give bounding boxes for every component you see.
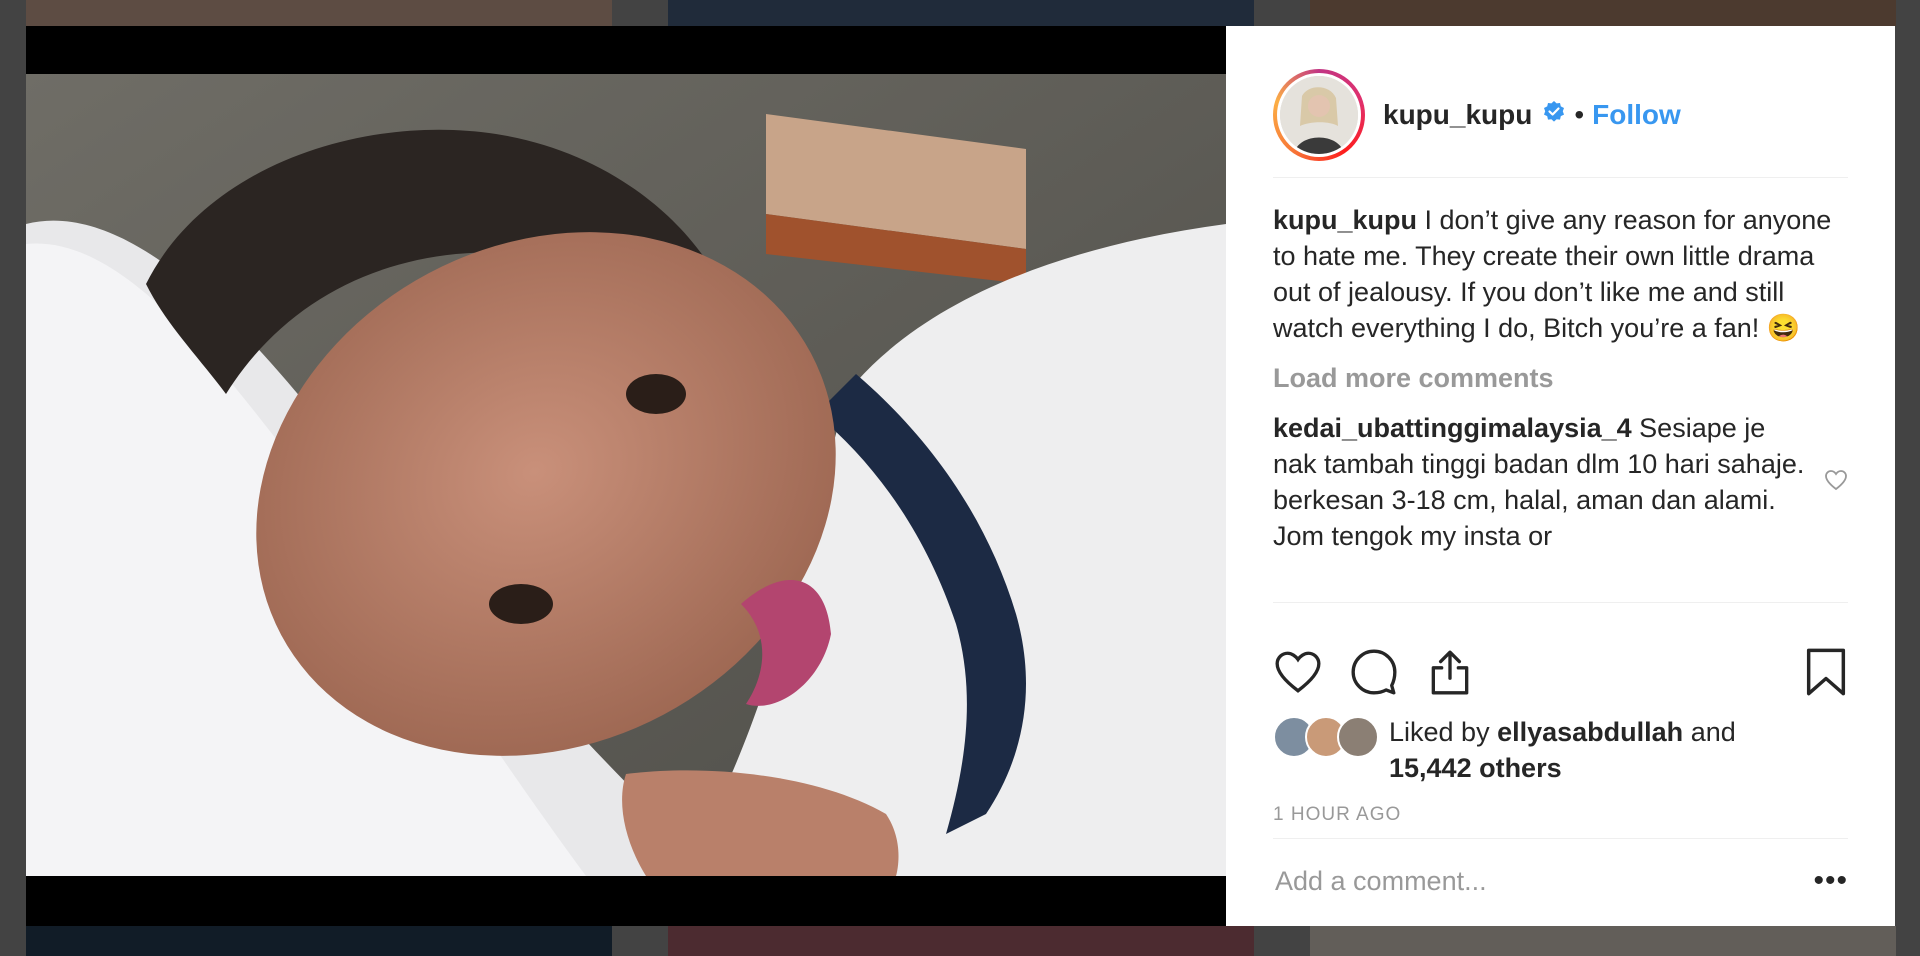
avatar-image: [1280, 75, 1358, 154]
post-modal: kupu_kupu • Follow kupu_kupu I don’t giv…: [26, 26, 1895, 926]
share-icon[interactable]: [1425, 647, 1475, 702]
action-bar: [1273, 646, 1848, 702]
liked-by-label: Liked by: [1389, 717, 1490, 747]
small-heart-icon[interactable]: [1824, 464, 1848, 500]
post-timestamp[interactable]: 1 HOUR AGO: [1273, 804, 1401, 826]
divider: [1273, 838, 1848, 839]
post-photo: [26, 74, 1226, 876]
comment-item: kedai_ubattinggimalaysia_4 Sesiape je na…: [1273, 410, 1848, 554]
likes-text: Liked by ellyasabdullah and 15,442 other…: [1389, 714, 1736, 786]
verified-badge-icon: [1542, 100, 1566, 129]
caption: kupu_kupu I don’t give any reason for an…: [1273, 202, 1848, 346]
liked-and-label: and: [1690, 717, 1736, 747]
more-options-icon[interactable]: •••: [1813, 864, 1848, 898]
post-header: kupu_kupu • Follow: [1273, 52, 1848, 178]
comment-icon[interactable]: [1349, 647, 1399, 702]
post-username[interactable]: kupu_kupu: [1383, 99, 1532, 131]
post-media[interactable]: [26, 26, 1226, 926]
liked-by-user[interactable]: ellyasabdullah: [1497, 717, 1683, 747]
load-more-comments-button[interactable]: Load more comments: [1273, 360, 1848, 396]
follow-button[interactable]: Follow: [1592, 99, 1681, 131]
comment-body: kedai_ubattinggimalaysia_4 Sesiape je na…: [1273, 410, 1813, 554]
divider: [1273, 602, 1848, 603]
heart-icon[interactable]: [1273, 649, 1323, 700]
portrait-image: [26, 74, 1226, 876]
avatar-story-ring[interactable]: [1273, 68, 1365, 161]
likes-summary: Liked by ellyasabdullah and 15,442 other…: [1273, 714, 1736, 786]
liker-avatars[interactable]: [1273, 716, 1379, 758]
liker-avatar: [1337, 716, 1379, 758]
add-comment-bar: •••: [1273, 856, 1848, 906]
comment-input[interactable]: [1273, 864, 1814, 898]
post-sidebar: kupu_kupu • Follow kupu_kupu I don’t giv…: [1226, 26, 1895, 926]
avatar[interactable]: [1280, 75, 1358, 154]
likes-count[interactable]: 15,442 others: [1389, 753, 1562, 783]
separator-dot: •: [1574, 98, 1585, 130]
bookmark-icon[interactable]: [1804, 646, 1848, 703]
comment-username[interactable]: kedai_ubattinggimalaysia_4: [1273, 413, 1632, 443]
caption-username[interactable]: kupu_kupu: [1273, 205, 1417, 235]
comments-list[interactable]: kupu_kupu I don’t give any reason for an…: [1273, 202, 1848, 626]
avatar-border: [1277, 72, 1361, 157]
